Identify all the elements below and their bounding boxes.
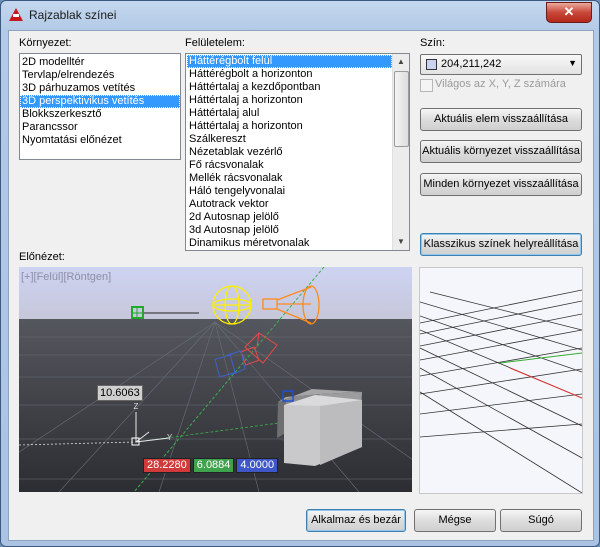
title-bar[interactable]: Rajzablak színei ✕ xyxy=(1,1,599,29)
surface-item[interactable]: Háló tengelyvonalai xyxy=(187,185,392,198)
viewport-label: [+][Felül][Röntgen] xyxy=(21,271,112,283)
surface-item[interactable]: 3d Autosnap jelölő xyxy=(187,224,392,237)
preview-viewport: Z Y [+][Felül][Röntgen] 10.6063 28.2280 6… xyxy=(19,267,412,492)
y-axis-glyph: Y xyxy=(167,433,173,442)
color-swatch xyxy=(426,59,437,70)
surface-element-items: Háttérégbolt felül Háttérégbolt a horizon… xyxy=(187,55,392,250)
chevron-down-icon: ▼ xyxy=(568,58,577,68)
scroll-down-icon[interactable]: ▼ xyxy=(393,234,409,250)
preview-label: Előnézet: xyxy=(19,251,65,263)
environment-item[interactable]: Parancssor xyxy=(20,121,180,134)
surface-item[interactable]: Háttérégbolt felül xyxy=(187,55,392,68)
surface-item[interactable]: Háttértalaj alul xyxy=(187,107,392,120)
environment-label: Környezet: xyxy=(19,37,72,49)
restore-classic-button[interactable]: Klasszikus színek helyreállítása xyxy=(420,233,582,256)
surface-element-label: Felületelem: xyxy=(185,37,245,49)
surface-item[interactable]: Fő rácsvonalak xyxy=(187,159,392,172)
environment-item[interactable]: Tervlap/elrendezés xyxy=(20,69,180,82)
surface-item[interactable]: Háttérégbolt a horizonton xyxy=(187,68,392,81)
environment-listbox[interactable]: 2D modelltér Tervlap/elrendezés 3D párhuza… xyxy=(19,53,181,160)
environment-item[interactable]: 3D párhuzamos vetítés xyxy=(20,82,180,95)
ground-grid-preview xyxy=(420,268,582,493)
coord-input-z[interactable]: 4.0000 xyxy=(236,458,279,473)
help-button[interactable]: Súgó xyxy=(500,509,582,532)
surface-item[interactable]: Nézetablak vezérlő xyxy=(187,146,392,159)
surface-item[interactable]: Autotrack vektor xyxy=(187,198,392,211)
color-dropdown[interactable]: 204,211,242 ▼ xyxy=(420,54,582,75)
surface-element-listbox[interactable]: Háttérégbolt felül Háttérégbolt a horizon… xyxy=(185,53,410,251)
z-axis-glyph: Z xyxy=(134,402,139,411)
autocad-logo-icon xyxy=(9,8,23,21)
scroll-up-icon[interactable]: ▲ xyxy=(393,54,409,70)
dialog-window: Rajzablak színei ✕ Környezet: 2D modellt… xyxy=(0,0,600,547)
surface-item[interactable]: Háttértalaj a horizonton xyxy=(187,94,392,107)
tint-checkbox-label: Világos az X, Y, Z számára xyxy=(435,78,566,90)
window-title: Rajzablak színei xyxy=(29,8,117,22)
environment-item[interactable]: Nyomtatási előnézet xyxy=(20,134,180,147)
surface-item[interactable]: 2d Autosnap jelölő xyxy=(187,211,392,224)
coord-input-y[interactable]: 6.0884 xyxy=(192,458,235,473)
coord-input-x[interactable]: 28.2280 xyxy=(143,458,191,473)
surface-item[interactable]: Háttértalaj a horizonton xyxy=(187,120,392,133)
close-button[interactable]: ✕ xyxy=(546,2,592,23)
reset-element-button[interactable]: Aktuális elem visszaállítása xyxy=(420,108,582,131)
reset-context-button[interactable]: Aktuális környezet visszaállítása xyxy=(420,140,582,163)
surface-item[interactable]: Szálkereszt xyxy=(187,133,392,146)
environment-item[interactable]: 2D modelltér xyxy=(20,56,180,69)
reset-all-button[interactable]: Minden környezet visszaállítása xyxy=(420,173,582,196)
distance-tooltip: 10.6063 xyxy=(97,385,143,401)
tint-checkbox[interactable] xyxy=(420,79,433,92)
preview-ground-grid xyxy=(419,267,583,494)
surface-scrollbar[interactable]: ▲ ▼ xyxy=(392,54,409,250)
environment-item[interactable]: 3D perspektivikus vetítés xyxy=(20,95,180,108)
apply-and-close-button[interactable]: Alkalmaz és bezár xyxy=(306,509,406,532)
color-label: Szín: xyxy=(420,37,446,49)
coordinate-inputs: 28.2280 6.0884 4.0000 xyxy=(143,458,280,473)
scroll-thumb[interactable] xyxy=(394,71,409,147)
color-value: 204,211,242 xyxy=(441,58,502,70)
environment-item[interactable]: Blokkszerkesztő xyxy=(20,108,180,121)
surface-item[interactable]: Háttértalaj a kezdőpontban xyxy=(187,81,392,94)
surface-item[interactable]: Dinamikus méretvonalak xyxy=(187,237,392,250)
surface-item[interactable]: Mellék rácsvonalak xyxy=(187,172,392,185)
cancel-button[interactable]: Mégse xyxy=(414,509,496,532)
dialog-client-area: Környezet: 2D modelltér Tervlap/elrendezé… xyxy=(8,30,594,541)
